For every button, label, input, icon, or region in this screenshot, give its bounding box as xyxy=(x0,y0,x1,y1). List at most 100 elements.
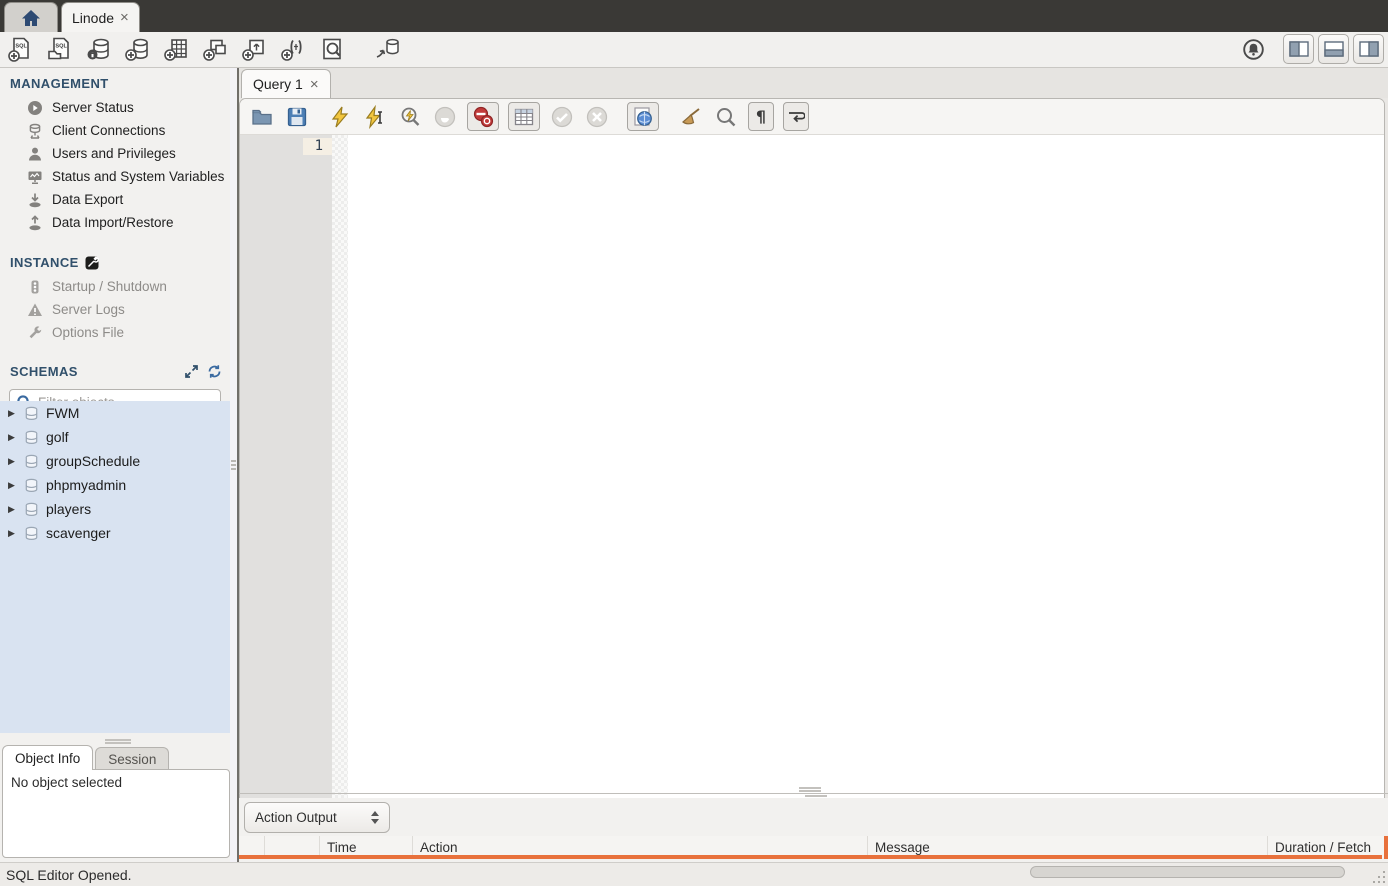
sidebar-item-label: Users and Privileges xyxy=(52,146,176,161)
connection-tab[interactable]: Linode × xyxy=(61,2,140,32)
toggle-autocommit-button[interactable] xyxy=(627,102,659,131)
sidebar-item-label: Client Connections xyxy=(52,123,165,138)
toggle-left-sidebar-button[interactable] xyxy=(1283,34,1314,64)
sidebar-item-users-privileges[interactable]: Users and Privileges xyxy=(0,142,230,165)
line-number: 1 xyxy=(303,138,332,155)
editor-text-area[interactable] xyxy=(348,135,1384,810)
schema-row-scavenger[interactable]: ▶ scavenger xyxy=(0,521,230,545)
scrollbar-thumb[interactable] xyxy=(1030,866,1345,878)
sidebar-item-status-system-variables[interactable]: Status and System Variables xyxy=(0,165,230,188)
tab-session[interactable]: Session xyxy=(95,747,169,770)
new-sql-tab-button[interactable]: SQL xyxy=(7,36,34,63)
expand-schemas-icon[interactable] xyxy=(184,364,199,379)
server-logs-icon xyxy=(27,302,43,318)
output-vertical-scrollbar[interactable] xyxy=(1384,836,1388,859)
data-import-icon xyxy=(27,215,43,231)
query-workspace: ¶ 1 xyxy=(239,98,1385,854)
sidebar-item-options-file[interactable]: Options File xyxy=(0,321,230,344)
status-message: SQL Editor Opened. xyxy=(0,867,132,883)
select-spinner-icon xyxy=(371,811,379,824)
show-invisibles-button[interactable]: ¶ xyxy=(748,102,774,131)
sidebar-item-client-connections[interactable]: Client Connections xyxy=(0,119,230,142)
schema-name: scavenger xyxy=(46,525,111,541)
reconnect-dbms-button[interactable] xyxy=(374,36,401,63)
sidebar-item-label: Server Status xyxy=(52,100,134,115)
create-function-button[interactable] xyxy=(280,36,307,63)
schema-icon xyxy=(24,526,39,541)
management-section-title: MANAGEMENT xyxy=(10,76,109,91)
output-splitter[interactable] xyxy=(239,786,1388,798)
close-icon[interactable]: × xyxy=(310,77,319,92)
resize-grip[interactable] xyxy=(1371,869,1385,883)
info-panel-splitter[interactable] xyxy=(105,739,131,741)
execute-current-button[interactable] xyxy=(362,104,388,130)
chevron-right-icon[interactable]: ▶ xyxy=(8,480,17,491)
chevron-right-icon[interactable]: ▶ xyxy=(8,528,17,539)
toggle-bottom-panel-button[interactable] xyxy=(1318,34,1349,64)
schema-icon xyxy=(24,478,39,493)
chevron-right-icon[interactable]: ▶ xyxy=(8,432,17,443)
chevron-right-icon[interactable]: ▶ xyxy=(8,408,17,419)
schema-row-fwm[interactable]: ▶ FWM xyxy=(0,401,230,425)
sidebar-item-data-export[interactable]: Data Export xyxy=(0,188,230,211)
find-button[interactable] xyxy=(713,104,739,130)
refresh-schemas-icon[interactable] xyxy=(207,364,222,379)
sidebar-item-startup-shutdown[interactable]: Startup / Shutdown xyxy=(0,275,230,298)
tab-object-info-label: Object Info xyxy=(15,751,80,766)
tab-query-1[interactable]: Query 1 × xyxy=(241,69,331,98)
status-variables-icon xyxy=(27,169,43,185)
home-tab[interactable] xyxy=(4,2,58,32)
instance-section-header: INSTANCE xyxy=(0,247,230,275)
sql-editor-toolbar: ¶ xyxy=(240,99,1384,135)
sidebar-splitter[interactable] xyxy=(230,68,239,862)
toggle-stop-on-error-button[interactable] xyxy=(467,102,499,131)
svg-text:SQL: SQL xyxy=(15,44,27,50)
schema-icon xyxy=(24,454,39,469)
explain-button[interactable] xyxy=(397,104,423,130)
limit-rows-button[interactable] xyxy=(508,102,540,131)
sql-code-editor[interactable]: 1 xyxy=(240,135,1384,810)
client-connections-icon xyxy=(27,123,43,139)
save-script-button[interactable] xyxy=(284,104,310,130)
sidebar-item-data-import[interactable]: Data Import/Restore xyxy=(0,211,230,234)
execute-button[interactable] xyxy=(327,104,353,130)
object-info-text: No object selected xyxy=(11,775,122,790)
schema-icon xyxy=(24,502,39,517)
schema-row-golf[interactable]: ▶ golf xyxy=(0,425,230,449)
inspect-database-button[interactable] xyxy=(85,36,112,63)
schema-row-players[interactable]: ▶ players xyxy=(0,497,230,521)
instance-section-title: INSTANCE xyxy=(10,255,79,270)
output-view-select[interactable]: Action Output xyxy=(244,802,390,833)
create-view-button[interactable] xyxy=(202,36,229,63)
commit-button[interactable] xyxy=(549,104,575,130)
toggle-right-sidebar-button[interactable] xyxy=(1353,34,1384,64)
sidebar-item-server-logs[interactable]: Server Logs xyxy=(0,298,230,321)
sidebar-item-label: Status and System Variables xyxy=(52,169,224,184)
create-table-button[interactable] xyxy=(163,36,190,63)
chevron-right-icon[interactable]: ▶ xyxy=(8,456,17,467)
beautify-button[interactable] xyxy=(678,104,704,130)
chevron-right-icon[interactable]: ▶ xyxy=(8,504,17,515)
notifications-icon[interactable] xyxy=(1239,35,1267,63)
rollback-button[interactable] xyxy=(584,104,610,130)
stop-button[interactable] xyxy=(432,104,458,130)
schema-name: golf xyxy=(46,429,69,445)
schema-row-phpmyadmin[interactable]: ▶ phpmyadmin xyxy=(0,473,230,497)
toggle-wrap-button[interactable] xyxy=(783,102,809,131)
schema-row-groupschedule[interactable]: ▶ groupSchedule xyxy=(0,449,230,473)
info-tab-bar: Object Info Session xyxy=(0,745,230,770)
main-toolbar: SQL SQL xyxy=(0,32,1388,68)
options-file-icon xyxy=(27,325,43,341)
open-script-button[interactable] xyxy=(249,104,275,130)
output-horizontal-scrollbar[interactable] xyxy=(239,855,1382,859)
tab-object-info[interactable]: Object Info xyxy=(2,745,93,770)
create-schema-button[interactable] xyxy=(124,36,151,63)
schema-icon xyxy=(24,430,39,445)
open-sql-script-button[interactable]: SQL xyxy=(46,36,73,63)
close-icon[interactable]: × xyxy=(120,10,129,25)
query-tab-strip: Query 1 × xyxy=(239,68,1388,98)
output-view-label: Action Output xyxy=(255,810,371,825)
create-procedure-button[interactable] xyxy=(241,36,268,63)
sidebar-item-server-status[interactable]: Server Status xyxy=(0,96,230,119)
search-table-data-button[interactable] xyxy=(319,36,346,63)
